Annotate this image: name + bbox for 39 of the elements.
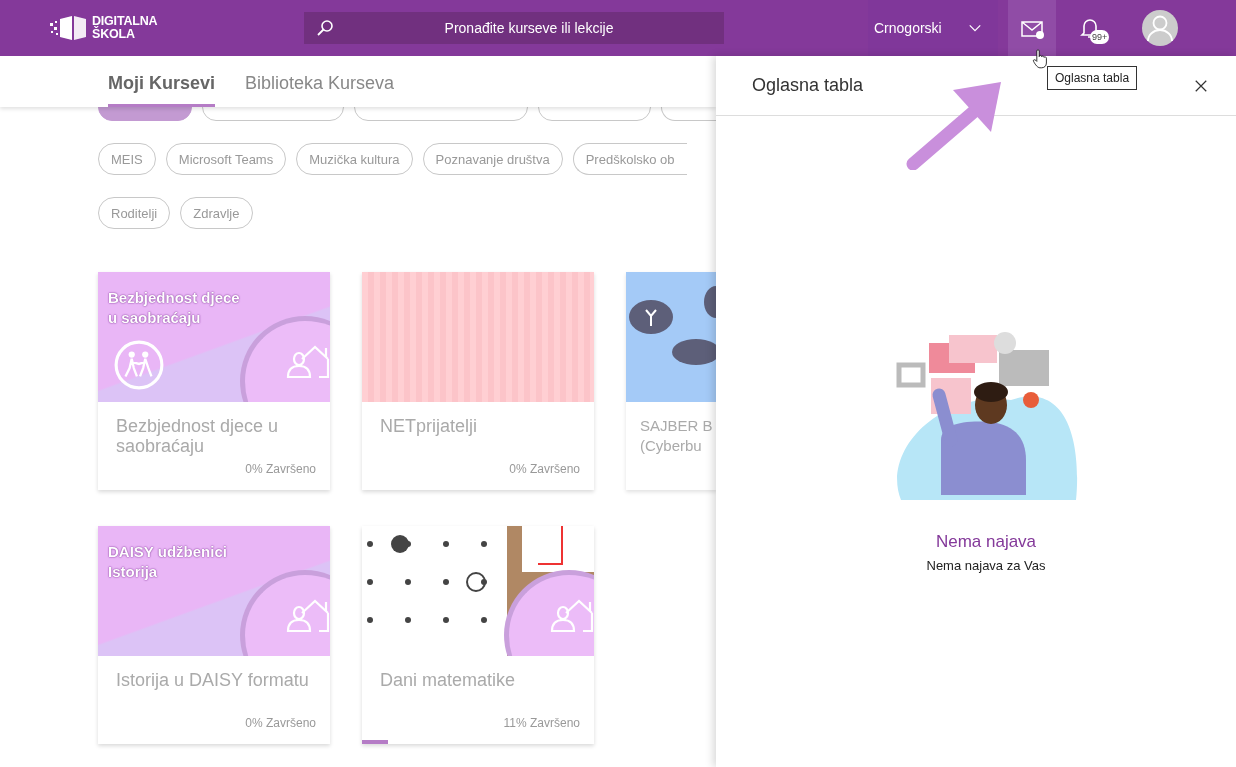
- logo-text: DIGITALNA ŠKOLA: [92, 15, 158, 41]
- filter-chip[interactable]: MEIS: [98, 143, 156, 175]
- search-field[interactable]: Pronađite kurseve ili lekcije: [304, 12, 724, 44]
- search-icon: [316, 19, 334, 37]
- tooltip: Oglasna tabla: [1047, 66, 1138, 90]
- course-card[interactable]: SAJBER B (Cyberbu: [626, 272, 716, 490]
- progress-text: 0% Završeno: [508, 462, 580, 476]
- course-card[interactable]: Bezbjednost djece u saobraćaju Bezbjednost djece u saobraćaju 0% Završeno: [98, 272, 330, 490]
- filter-chip[interactable]: Predškolsko ob: [572, 143, 687, 175]
- empty-state-text: Nema najava za Vas: [926, 558, 1046, 573]
- banner-title: Bezbjednost djece u saobraćaju: [108, 288, 240, 328]
- close-icon[interactable]: [1194, 78, 1208, 93]
- user-avatar[interactable]: [1142, 10, 1178, 46]
- notification-count: 99+: [1090, 30, 1110, 44]
- notifications-button[interactable]: 99+: [1066, 0, 1114, 56]
- course-title: SAJBER B: [640, 416, 713, 436]
- filter-chip[interactable]: Microsoft Teams: [165, 143, 287, 175]
- filter-chip[interactable]: Zdravlje: [180, 197, 253, 229]
- progress-text: 11% Završeno: [502, 716, 580, 730]
- course-card[interactable]: Dani matematike 11% Završeno: [362, 526, 594, 744]
- course-title: Dani matematike: [380, 670, 517, 690]
- progress-text: 0% Završeno: [244, 462, 316, 476]
- course-title: NETprijatelji: [380, 416, 479, 436]
- filter-chip[interactable]: Roditelji: [98, 197, 171, 229]
- book-logo-icon: [47, 13, 89, 43]
- progress-text: 0% Završeno: [244, 716, 316, 730]
- tab[interactable]: Biblioteka Kurseva: [245, 56, 395, 107]
- course-title: (Cyberbu: [640, 436, 703, 456]
- filter-chip[interactable]: Poznavanje društva: [422, 143, 563, 175]
- filter-chip[interactable]: Muzička kultura: [296, 143, 413, 175]
- course-title: Istorija u DAISY formatu: [116, 670, 310, 690]
- banner-title: DAISY udžbenici Istorija: [108, 542, 227, 582]
- language-dropdown[interactable]: Crnogorski: [868, 0, 998, 56]
- empty-state-title: Nema najava: [935, 532, 1037, 552]
- course-title: Bezbjednost djece u saobraćaju: [116, 416, 280, 456]
- panel-title: Oglasna tabla: [752, 75, 864, 96]
- course-card[interactable]: NETprijatelji 0% Završeno: [362, 272, 594, 490]
- announcements-button[interactable]: [1008, 0, 1056, 56]
- course-card[interactable]: DAISY udžbenici Istorija Istorija u DAISY formatu 0% Završeno: [98, 526, 330, 744]
